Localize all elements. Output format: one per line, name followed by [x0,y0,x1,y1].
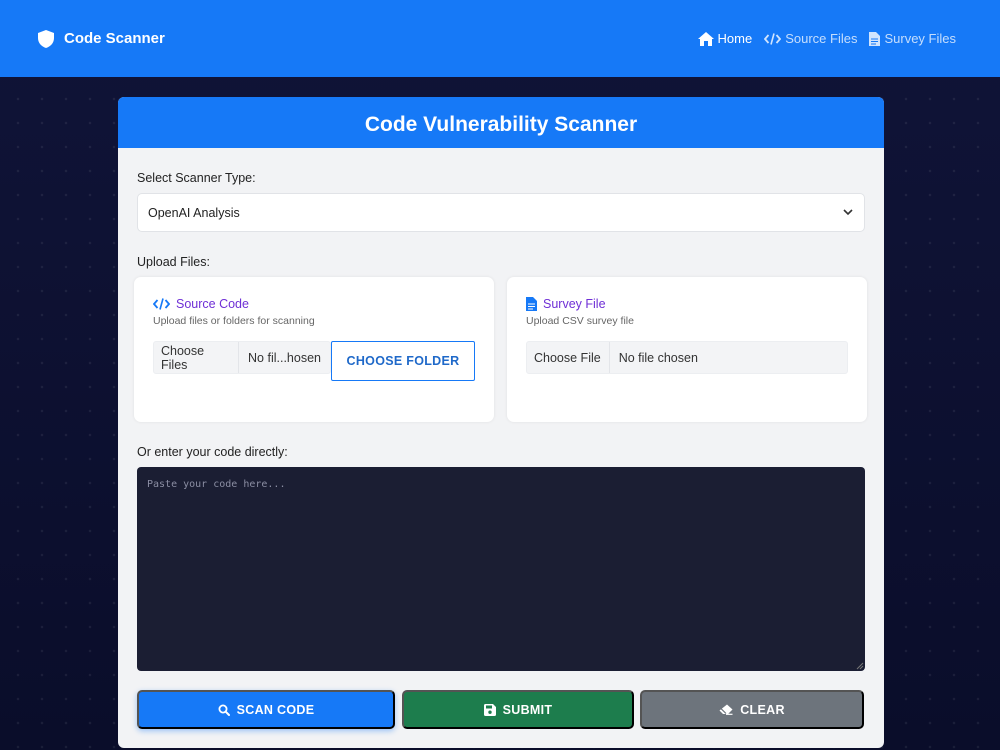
submit-button[interactable]: SUBMIT [402,690,634,729]
nav-link-survey-files[interactable]: Survey Files [869,31,956,46]
source-file-status: No fil...hosen [248,350,321,365]
nav-link-label: Survey Files [884,31,956,46]
code-textarea[interactable] [137,467,865,671]
clear-button[interactable]: CLEAR [640,690,864,729]
scanner-type-select[interactable]: OpenAI Analysis [137,193,865,232]
code-icon [153,298,170,310]
file-icon [526,297,537,311]
home-icon [697,31,714,46]
nav-link-label: Home [717,31,753,46]
search-icon [218,704,230,716]
survey-file-title-text: Survey File [543,297,606,311]
source-files-input[interactable]: Choose Files No fil...hosen [153,341,331,374]
nav-links: Home Source Files Survey Files [697,31,956,46]
page-title: Code Vulnerability Scanner [364,112,638,136]
scan-code-button[interactable]: SCAN CODE [137,690,395,729]
source-code-panel: Source Code Upload files or folders for … [134,277,494,422]
survey-file-input[interactable]: Choose File No file chosen [526,341,848,374]
file-icon [869,31,881,46]
choose-folder-button[interactable]: CHOOSE FOLDER [331,341,475,381]
code-icon [764,32,782,45]
source-code-subtitle: Upload files or folders for scanning [153,315,315,327]
code-input-label: Or enter your code directly: [137,445,288,459]
choose-files-button[interactable]: Choose Files [154,342,240,373]
save-icon [483,703,496,716]
shield-icon [38,29,54,48]
resize-grip-icon[interactable] [856,662,864,670]
source-code-title: Source Code [153,297,249,311]
nav-link-source-files[interactable]: Source Files [764,31,857,46]
upload-files-label: Upload Files: [137,255,210,269]
survey-file-subtitle: Upload CSV survey file [526,315,634,327]
survey-file-title: Survey File [526,297,606,311]
navbar: Code Scanner Home Source Files Survey Fi… [0,0,1000,77]
scanner-card: Code Vulnerability Scanner Select Scanne… [118,97,884,748]
nav-link-home[interactable]: Home [697,31,753,46]
scanner-type-label: Select Scanner Type: [137,171,256,185]
chevron-down-icon [843,209,853,216]
card-header: Code Vulnerability Scanner [118,97,884,148]
survey-file-panel: Survey File Upload CSV survey file Choos… [507,277,867,422]
scanner-type-value: OpenAI Analysis [148,205,240,220]
source-code-title-text: Source Code [176,297,249,311]
nav-link-label: Source Files [785,31,858,46]
submit-label: SUBMIT [502,702,553,717]
brand-name: Code Scanner [64,30,165,47]
survey-file-status: No file chosen [618,350,698,365]
clear-label: CLEAR [740,702,785,717]
eraser-icon [719,704,733,715]
scan-code-label: SCAN CODE [236,702,315,717]
choose-file-button[interactable]: Choose File [527,342,610,373]
brand[interactable]: Code Scanner [38,29,165,48]
